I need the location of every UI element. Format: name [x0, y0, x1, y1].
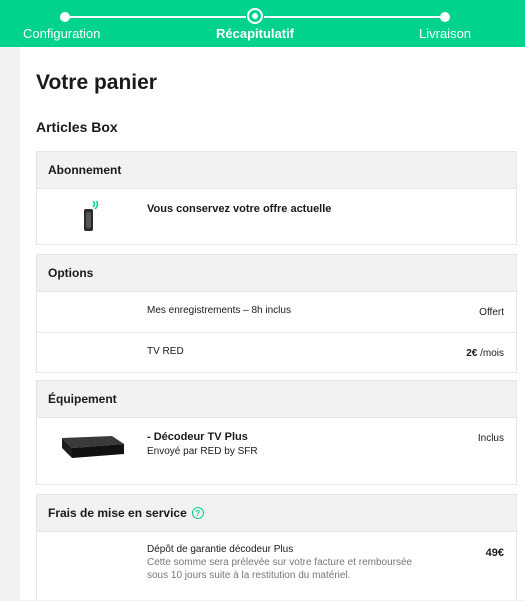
- frais-price: 49€: [485, 547, 504, 559]
- step-dot-recapitulatif: [247, 8, 263, 24]
- tv-decoder-icon: [62, 436, 124, 458]
- cart-panel: Votre panier Articles Box Abonnement Vou…: [20, 47, 525, 600]
- frais-item-desc-line2: sous 10 jours suite à la restitution du …: [147, 570, 351, 581]
- frais-row: Dépôt de garantie décodeur Plus Cette so…: [37, 531, 516, 601]
- option-price-enregistrements: Offert: [479, 307, 504, 318]
- frais-item-desc-line1: Cette somme sera prélevée sur votre fact…: [147, 557, 413, 568]
- frais-title: Frais de mise en service: [48, 506, 187, 520]
- step-dot-configuration[interactable]: [60, 12, 70, 22]
- page-title: Votre panier: [36, 71, 157, 94]
- abonnement-header: Abonnement: [37, 152, 516, 188]
- option-row-tv-red: TV RED 2€ /mois: [37, 332, 516, 373]
- equipement-price: Inclus: [477, 433, 504, 444]
- options-block: Options Mes enregistrements – 8h inclus …: [36, 254, 517, 373]
- step-label-livraison: Livraison: [419, 26, 472, 41]
- frais-block: Frais de mise en service ? Dépôt de gara…: [36, 494, 517, 600]
- equipement-header: Équipement: [37, 381, 516, 417]
- box-device-icon: [84, 201, 99, 231]
- abonnement-row: Vous conservez votre offre actuelle: [37, 188, 516, 244]
- step-dot-livraison: [440, 12, 450, 22]
- step-label-configuration[interactable]: Configuration: [23, 26, 100, 41]
- equipement-item-subtitle: Envoyé par RED by SFR: [147, 446, 258, 457]
- options-header: Options: [37, 255, 516, 291]
- equipement-block: Équipement - Décodeur TV Plus Envoyé par…: [36, 380, 517, 485]
- frais-header: Frais de mise en service ?: [37, 495, 516, 531]
- equipement-row: - Décodeur TV Plus Envoyé par RED by SFR…: [37, 417, 516, 485]
- option-price-unit: /mois: [477, 348, 504, 359]
- option-price-tv-red: 2€ /mois: [466, 348, 504, 359]
- option-price-amount: 2€: [466, 348, 478, 359]
- equipement-item-title: - Décodeur TV Plus: [147, 431, 248, 443]
- option-label-enregistrements: Mes enregistrements – 8h inclus: [147, 305, 291, 316]
- option-row-enregistrements: Mes enregistrements – 8h inclus Offert: [37, 291, 516, 332]
- abonnement-block: Abonnement Vous conservez votre offre ac…: [36, 151, 517, 245]
- frais-item-title: Dépôt de garantie décodeur Plus: [147, 544, 294, 555]
- option-label-tv-red: TV RED: [147, 346, 184, 357]
- step-label-recapitulatif: Récapitulatif: [216, 26, 295, 41]
- stepper-line-right: [264, 16, 440, 18]
- help-icon[interactable]: ?: [191, 507, 204, 519]
- abonnement-text: Vous conservez votre offre actuelle: [147, 203, 332, 215]
- section-title: Articles Box: [36, 119, 118, 135]
- stepper-line-left: [70, 16, 246, 18]
- checkout-stepper: Configuration Récapitulatif Livraison: [0, 0, 525, 47]
